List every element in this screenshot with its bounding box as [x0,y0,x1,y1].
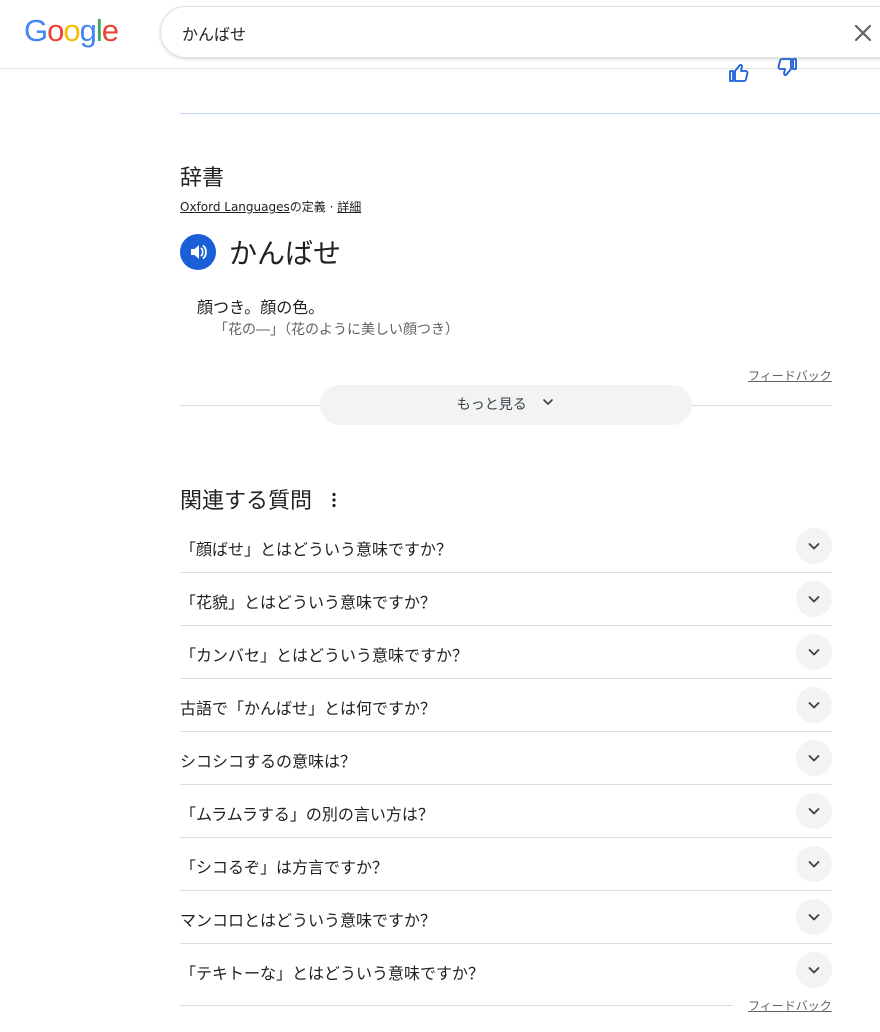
feedback-link[interactable]: フィードバック [748,367,832,384]
related-questions-list: 「顔ばせ」とはどういう意味ですか？ 「花貌」とはどういう意味ですか？ 「カンバセ」と… [180,520,832,996]
oxford-languages-link[interactable]: Oxford Languages [180,200,290,214]
related-question-row[interactable]: シコシコするの意味は？ [180,732,832,785]
related-question-text: 「顔ばせ」とはどういう意味ですか？ [180,540,453,559]
show-more-button[interactable]: もっと見る [320,385,692,425]
dictionary-source: Oxford Languagesの定義 · 詳細 [180,198,361,215]
expand-question-button[interactable] [796,793,832,829]
dictionary-title: 辞書 [180,166,225,191]
related-question-row[interactable]: 「テキトーな」とはどういう意味ですか？ [180,944,832,996]
chevron-down-icon [808,702,820,709]
chevron-down-icon [541,385,555,425]
related-question-row[interactable]: マンコロとはどういう意味ですか？ [180,891,832,944]
related-question-text: 「テキトーな」とはどういう意味ですか？ [180,964,485,983]
expand-question-button[interactable] [796,846,832,882]
show-more-label: もっと見る [456,397,527,413]
related-question-row[interactable]: 「シコるぞ」は方言ですか？ [180,838,832,891]
search-input[interactable]: かんばせ [182,21,246,45]
bottom-divider [180,1005,733,1006]
logo-letter: e [101,13,119,48]
related-question-text: 「ムラムラする」の別の言い方は？ [180,805,434,824]
pronunciation-button[interactable] [180,234,216,270]
expand-question-button[interactable] [796,581,832,617]
related-question-text: 「シコるぞ」は方言ですか？ [180,858,389,877]
chevron-down-icon [808,967,820,974]
related-question-text: 「花貌」とはどういう意味ですか？ [180,593,437,612]
chevron-down-icon [808,861,820,868]
definition-text: 顔つき。顔の色。 [197,298,325,317]
related-question-row[interactable]: 「ムラムラする」の別の言い方は？ [180,785,832,838]
speaker-icon [191,245,207,259]
thumbs-up-icon[interactable] [728,58,752,82]
related-question-row[interactable]: 「顔ばせ」とはどういう意味ですか？ [180,520,832,573]
search-box[interactable]: かんばせ [160,6,880,58]
more-options-icon[interactable] [324,490,344,510]
source-suffix: の定義 [289,200,326,214]
expand-question-button[interactable] [796,740,832,776]
section-divider [180,113,880,114]
related-question-text: 「カンバセ」とはどういう意味ですか？ [180,646,469,665]
related-question-row[interactable]: 「花貌」とはどういう意味ですか？ [180,573,832,626]
related-question-text: シコシコするの意味は？ [180,752,357,771]
chevron-down-icon [808,596,820,603]
thumbs-down-icon[interactable] [774,58,798,82]
related-question-row[interactable]: 古語で「かんばせ」とは何ですか？ [180,679,832,732]
related-question-text: マンコロとはどういう意味ですか？ [180,911,437,930]
related-question-row[interactable]: 「カンバセ」とはどういう意味ですか？ [180,626,832,679]
logo-letter: o [63,13,80,48]
logo-letter: o [47,13,64,48]
chevron-down-icon [808,649,820,656]
google-logo[interactable]: Google [24,13,119,49]
chevron-down-icon [808,543,820,550]
details-link[interactable]: 詳細 [337,200,361,214]
expand-question-button[interactable] [796,528,832,564]
logo-letter: g [79,13,97,48]
expand-question-button[interactable] [796,634,832,670]
chevron-down-icon [808,808,820,815]
source-separator: · [325,200,338,214]
expand-question-button[interactable] [796,687,832,723]
related-question-text: 古語で「かんばせ」とは何ですか？ [180,699,437,718]
logo-letter: G [24,13,48,48]
related-feedback-link[interactable]: フィードバック [748,997,832,1014]
chevron-down-icon [808,755,820,762]
close-icon[interactable] [850,20,876,46]
related-questions-title: 関連する質問 [180,489,313,514]
chevron-down-icon [808,914,820,921]
expand-question-button[interactable] [796,899,832,935]
headword: かんばせ [229,237,342,270]
definition-example: 「花の―」（花のように美しい顔つき） [214,322,459,338]
expand-question-button[interactable] [796,952,832,988]
